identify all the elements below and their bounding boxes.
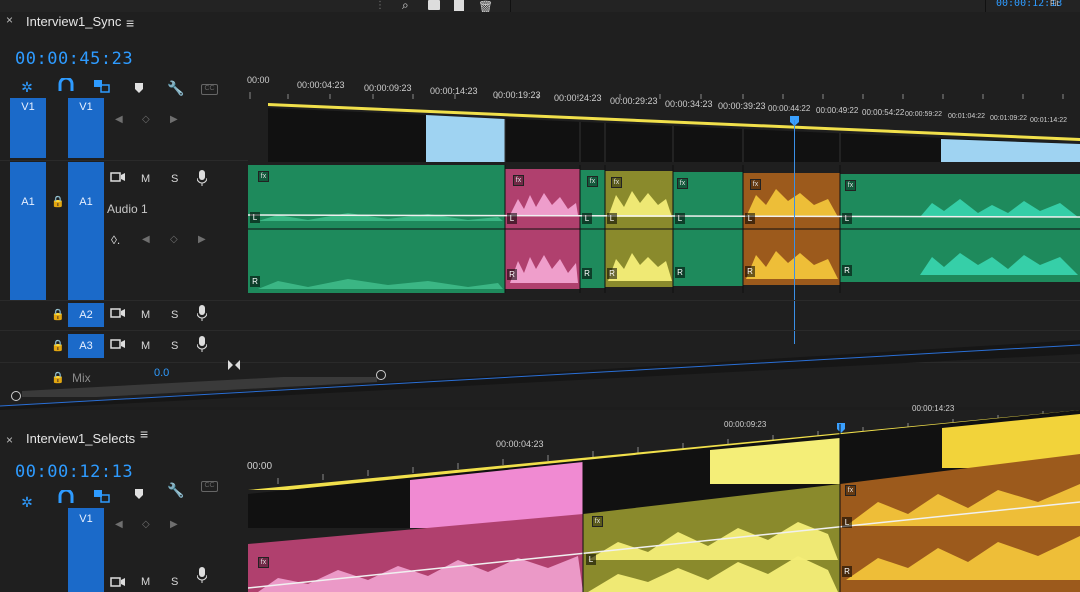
right-channel-badge: R — [745, 266, 755, 277]
ruler-label: 00:00:09:23 — [364, 83, 412, 93]
snap-icon[interactable] — [57, 488, 75, 504]
right-channel-badge: R — [842, 265, 852, 276]
next-keyframe-icon[interactable]: ▶ — [198, 234, 206, 245]
voiceover-record-icon[interactable] — [196, 567, 208, 583]
left-channel-badge: L — [745, 213, 755, 224]
right-channel-badge: R — [250, 276, 260, 287]
next-keyframe-icon[interactable]: ▶ — [170, 519, 178, 530]
right-channel-badge: R — [842, 566, 852, 577]
ruler-label: 00:00:14:23 — [430, 86, 478, 96]
nest-icon[interactable]: ✲ — [18, 493, 36, 511]
linked-selection-icon[interactable] — [93, 489, 111, 503]
lock-icon[interactable]: 🔒 — [51, 195, 65, 208]
panel-menu-icon[interactable]: ≡ — [140, 426, 148, 442]
video-clip[interactable] — [941, 139, 1080, 162]
add-marker-icon[interactable] — [134, 81, 144, 93]
divider — [0, 330, 1080, 331]
fx-badge-icon[interactable]: fx — [677, 178, 688, 189]
keyframe-icon[interactable]: ◇ — [170, 234, 178, 245]
solo-button[interactable]: S — [171, 576, 178, 588]
divider — [0, 160, 248, 161]
track-name-audio1[interactable]: Audio 1 — [107, 202, 148, 216]
top-panel-strip — [0, 0, 1080, 12]
solo-button[interactable]: S — [171, 309, 178, 321]
track-target-v1[interactable]: V1 — [68, 508, 104, 592]
fx-badge-icon[interactable]: fx — [845, 180, 856, 191]
source-patch-v1[interactable]: V1 — [10, 98, 46, 158]
divider — [0, 300, 1080, 301]
selects-tracks — [248, 410, 1080, 592]
snap-icon[interactable] — [57, 76, 75, 92]
linked-selection-icon[interactable] — [93, 79, 111, 93]
fx-badge-icon[interactable]: fx — [513, 175, 524, 186]
captions-icon[interactable]: CC — [201, 481, 218, 492]
voiceover-record-icon[interactable] — [196, 170, 208, 186]
fx-badge-icon[interactable]: fx — [750, 179, 761, 190]
left-channel-badge: L — [842, 517, 852, 528]
voiceover-record-icon[interactable] — [196, 305, 208, 321]
sync-lock-icon[interactable] — [110, 307, 126, 322]
sequence-tab-title[interactable]: Interview1_Sync — [26, 14, 121, 29]
folder-icon[interactable] — [428, 0, 440, 10]
mute-button[interactable]: M — [141, 576, 150, 588]
left-channel-badge: L — [675, 213, 685, 224]
keyframe-icon[interactable]: ◇ — [142, 114, 150, 125]
playhead-timecode[interactable]: 00:00:45:23 — [15, 49, 133, 69]
playhead-timecode[interactable]: 00:00:12:13 — [15, 462, 133, 482]
settings-wrench-icon[interactable]: 🔧 — [167, 481, 185, 499]
ruler-label: 00:00:04:23 — [297, 80, 345, 90]
solo-button[interactable]: S — [171, 173, 178, 185]
volume-keyframe-icon[interactable]: ◊. — [111, 233, 120, 247]
panel-menu-icon[interactable]: ≡ — [126, 15, 134, 31]
prev-keyframe-icon[interactable]: ◀ — [115, 519, 123, 530]
sequence-tab-title[interactable]: Interview1_Selects — [26, 431, 135, 446]
next-keyframe-icon[interactable]: ▶ — [170, 114, 178, 125]
track-target-a2[interactable]: A2 — [68, 303, 104, 327]
add-marker-icon[interactable] — [134, 487, 144, 499]
left-channel-badge: L — [250, 212, 260, 223]
settings-wrench-icon[interactable]: 🔧 — [167, 79, 185, 97]
sync-lock-icon[interactable] — [110, 576, 126, 591]
right-channel-badge: R — [607, 268, 617, 279]
source-patch-a1[interactable]: A1 — [10, 162, 46, 300]
fx-badge-icon[interactable]: fx — [258, 557, 269, 568]
video-clip[interactable] — [710, 438, 840, 484]
prev-keyframe-icon[interactable]: ◀ — [142, 234, 150, 245]
fx-badge-icon[interactable]: fx — [587, 176, 598, 187]
keyframe-icon[interactable]: ◇ — [142, 519, 150, 530]
right-channel-badge: R — [675, 267, 685, 278]
track-target-a1[interactable]: A1 — [68, 162, 104, 300]
left-channel-badge: L — [507, 213, 517, 224]
ruler-label: 00:00:19:23 — [493, 90, 541, 100]
left-channel-badge: L — [607, 213, 617, 224]
mute-button[interactable]: M — [141, 309, 150, 321]
left-channel-badge: L — [842, 213, 852, 224]
captions-icon[interactable]: CC — [201, 84, 218, 95]
track-target-v1[interactable]: V1 — [68, 98, 104, 158]
close-tab-icon[interactable]: × — [6, 13, 13, 27]
mute-button[interactable]: M — [141, 173, 150, 185]
fit-dropdown[interactable]: Fit — [1050, 0, 1059, 8]
fx-badge-icon[interactable]: fx — [258, 171, 269, 182]
fx-badge-icon[interactable]: fx — [611, 177, 622, 188]
lock-icon[interactable]: 🔒 — [51, 308, 65, 321]
left-channel-badge: L — [586, 554, 596, 565]
playhead-line — [794, 120, 795, 344]
new-item-icon[interactable] — [454, 0, 464, 11]
right-channel-badge: R — [582, 268, 592, 279]
close-tab-icon[interactable]: × — [6, 433, 13, 447]
right-channel-badge: R — [507, 269, 517, 280]
grip-icon[interactable]: ⋮ — [375, 0, 387, 11]
video-track-v1 — [268, 108, 1080, 162]
sync-lock-icon[interactable] — [110, 171, 126, 186]
fx-badge-icon[interactable]: fx — [592, 516, 603, 527]
fx-badge-icon[interactable]: fx — [845, 485, 856, 496]
left-channel-badge: L — [582, 213, 592, 224]
prev-keyframe-icon[interactable]: ◀ — [115, 114, 123, 125]
nest-icon[interactable]: ✲ — [18, 78, 36, 96]
audio-track-a1 — [248, 165, 1080, 293]
ruler-label: 00:00 — [247, 75, 270, 85]
video-clip[interactable] — [426, 115, 505, 162]
